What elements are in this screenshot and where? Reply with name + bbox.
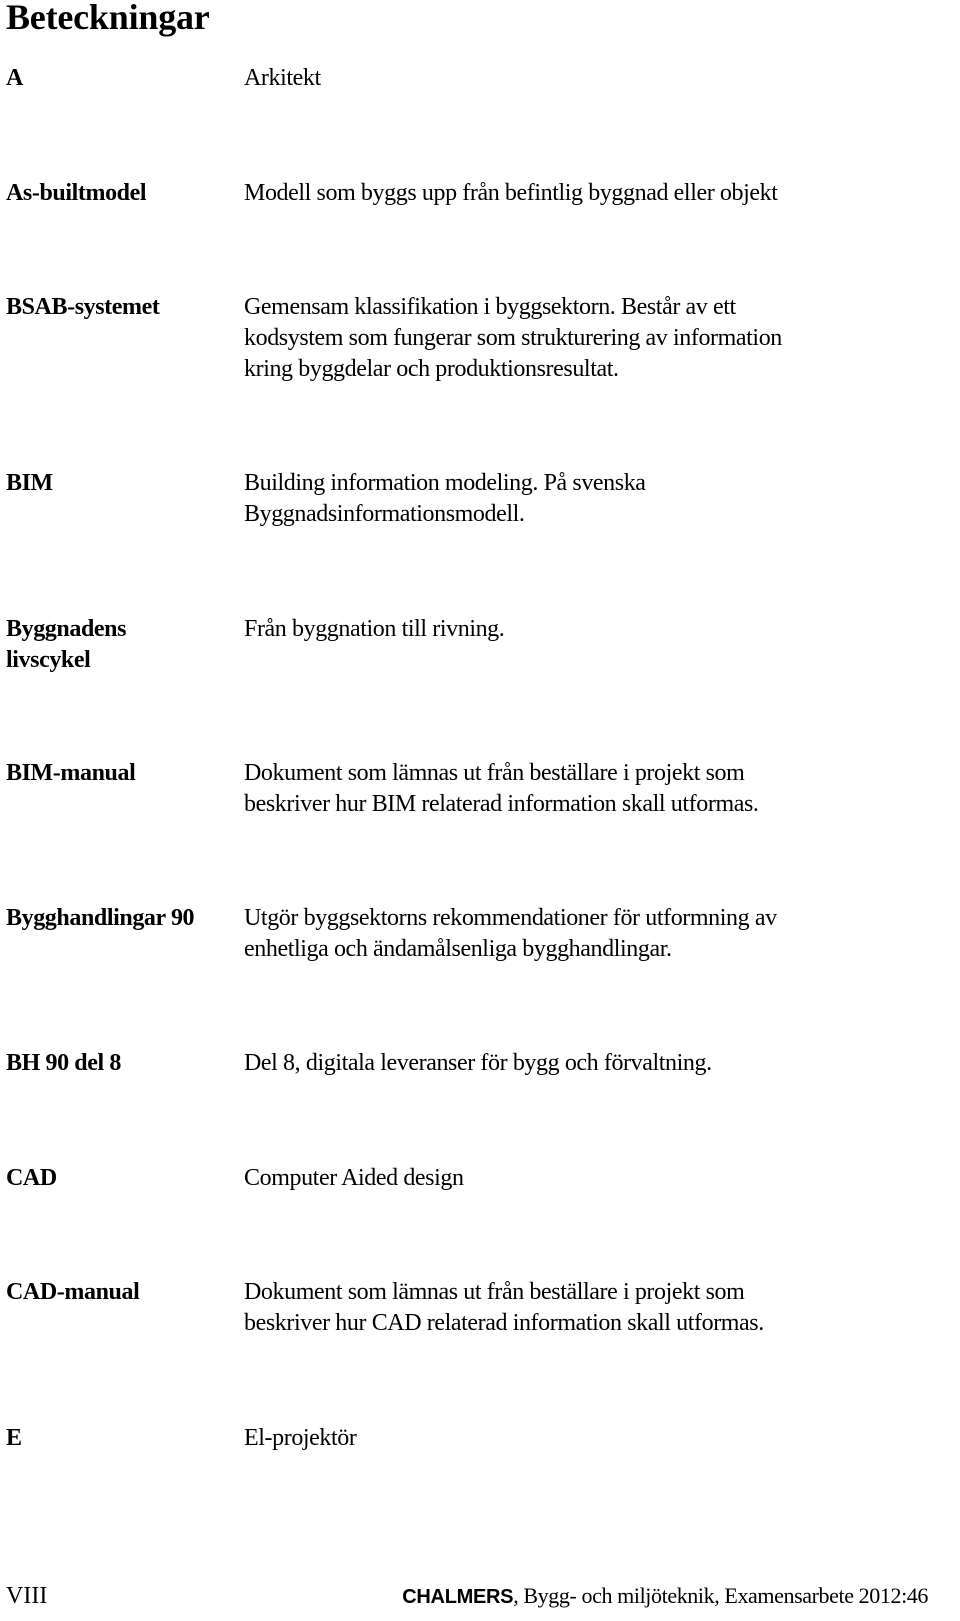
footer-text: , Bygg- och miljöteknik, Examensarbete 2… [513, 1583, 928, 1608]
glossary-term: BIM-manual [6, 760, 136, 786]
glossary-definition: Del 8, digitala leveranser för bygg och … [244, 1050, 712, 1076]
glossary-term: Byggnadens livscykel [6, 616, 127, 673]
glossary-term: BH 90 del 8 [6, 1050, 121, 1076]
footer-brand: CHALMERS [402, 1586, 514, 1608]
glossary-definition: Utgör byggsektorns rekommendationer för … [244, 905, 777, 962]
glossary-term: CAD [6, 1165, 57, 1191]
glossary-definition: Arkitekt [244, 65, 321, 91]
glossary-definition: Building information modeling. På svensk… [244, 470, 646, 527]
glossary-definition: El-projektör [244, 1425, 357, 1451]
footer-citation: CHALMERS, Bygg- och miljöteknik, Examens… [402, 1583, 928, 1609]
page-title: Beteckningar [6, 0, 210, 37]
glossary-term: BSAB-systemet [6, 294, 160, 320]
page-footer: VIII CHALMERS, Bygg- och miljöteknik, Ex… [0, 1583, 960, 1615]
glossary-definition: Computer Aided design [244, 1165, 464, 1191]
glossary-term: Bygghandlingar 90 [6, 905, 195, 931]
glossary-term: E [6, 1425, 22, 1451]
glossary-definition: Gemensam klassifikation i byggsektorn. B… [244, 294, 782, 382]
glossary-definition: Modell som byggs upp från befintlig bygg… [244, 180, 778, 206]
glossary-definition: Dokument som lämnas ut från beställare i… [244, 1279, 764, 1336]
glossary-definition: Från byggnation till rivning. [244, 616, 505, 642]
glossary-term: A [6, 65, 23, 91]
glossary-definition: Dokument som lämnas ut från beställare i… [244, 760, 759, 817]
glossary-term: CAD-manual [6, 1279, 140, 1305]
glossary-term: As-builtmodel [6, 180, 147, 206]
glossary-term: BIM [6, 470, 53, 496]
page-number: VIII [6, 1583, 48, 1609]
